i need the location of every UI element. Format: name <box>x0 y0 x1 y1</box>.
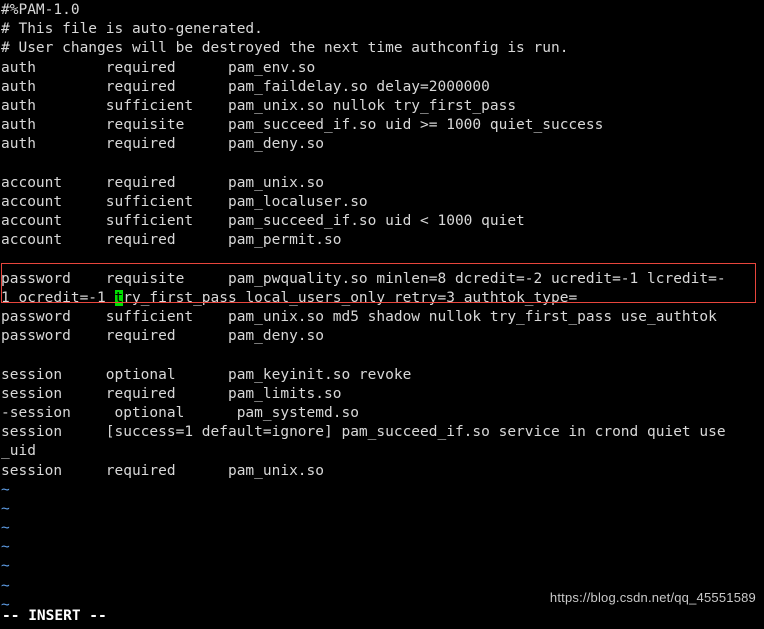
pre-cursor-text: 1 ocredit=-1 <box>1 289 115 306</box>
highlighted-password-line-wrap-1: password requisite pam_pwquality.so minl… <box>1 270 726 287</box>
text-line: -session optional pam_systemd.so <box>1 404 359 421</box>
text-line: # This file is auto-generated. <box>1 21 263 38</box>
text-line: #%PAM-1.0 <box>1 2 80 18</box>
terminal-window[interactable]: #%PAM-1.0 # This file is auto-generated.… <box>0 0 764 629</box>
text-line: auth sufficient pam_unix.so nullok try_f… <box>1 97 517 114</box>
text-line: auth required pam_env.so <box>1 59 316 76</box>
vim-filler-tilde: ~ <box>1 481 10 498</box>
text-line: auth required pam_deny.so <box>1 136 325 153</box>
text-line: password required pam_deny.so <box>1 328 325 345</box>
text-cursor: t <box>114 289 124 306</box>
text-line: session [success=1 default=ignore] pam_s… <box>1 424 726 441</box>
text-line: session required pam_limits.so <box>1 385 342 402</box>
vim-filler-tilde: ~ <box>1 558 10 575</box>
text-line: account sufficient pam_localuser.so <box>1 193 368 210</box>
vim-text-buffer[interactable]: #%PAM-1.0 # This file is auto-generated.… <box>0 0 764 615</box>
text-line: auth required pam_faildelay.so delay=200… <box>1 78 490 95</box>
text-line: account required pam_unix.so <box>1 174 325 191</box>
vim-filler-tilde: ~ <box>1 539 10 556</box>
vim-status-line: -- INSERT -- <box>2 608 107 624</box>
text-line: _uid <box>1 443 36 460</box>
highlighted-password-line-wrap-2: 1 ocredit=-1 try_first_pass local_users_… <box>0 289 764 308</box>
text-line: account required pam_permit.so <box>1 232 342 249</box>
vim-filler-tilde: ~ <box>1 520 10 537</box>
text-line: account sufficient pam_succeed_if.so uid… <box>1 213 525 230</box>
text-line: # User changes will be destroyed the nex… <box>1 40 569 57</box>
text-line: auth requisite pam_succeed_if.so uid >= … <box>1 117 604 134</box>
text-line: session required pam_unix.so <box>1 462 325 479</box>
watermark-text: https://blog.csdn.net/qq_45551589 <box>549 589 756 605</box>
text-line: session optional pam_keyinit.so revoke <box>1 366 412 383</box>
post-cursor-text: ry_first_pass local_users_only retry=3 a… <box>123 289 578 306</box>
text-line: password sufficient pam_unix.so md5 shad… <box>1 309 717 325</box>
vim-filler-tilde: ~ <box>1 500 10 517</box>
